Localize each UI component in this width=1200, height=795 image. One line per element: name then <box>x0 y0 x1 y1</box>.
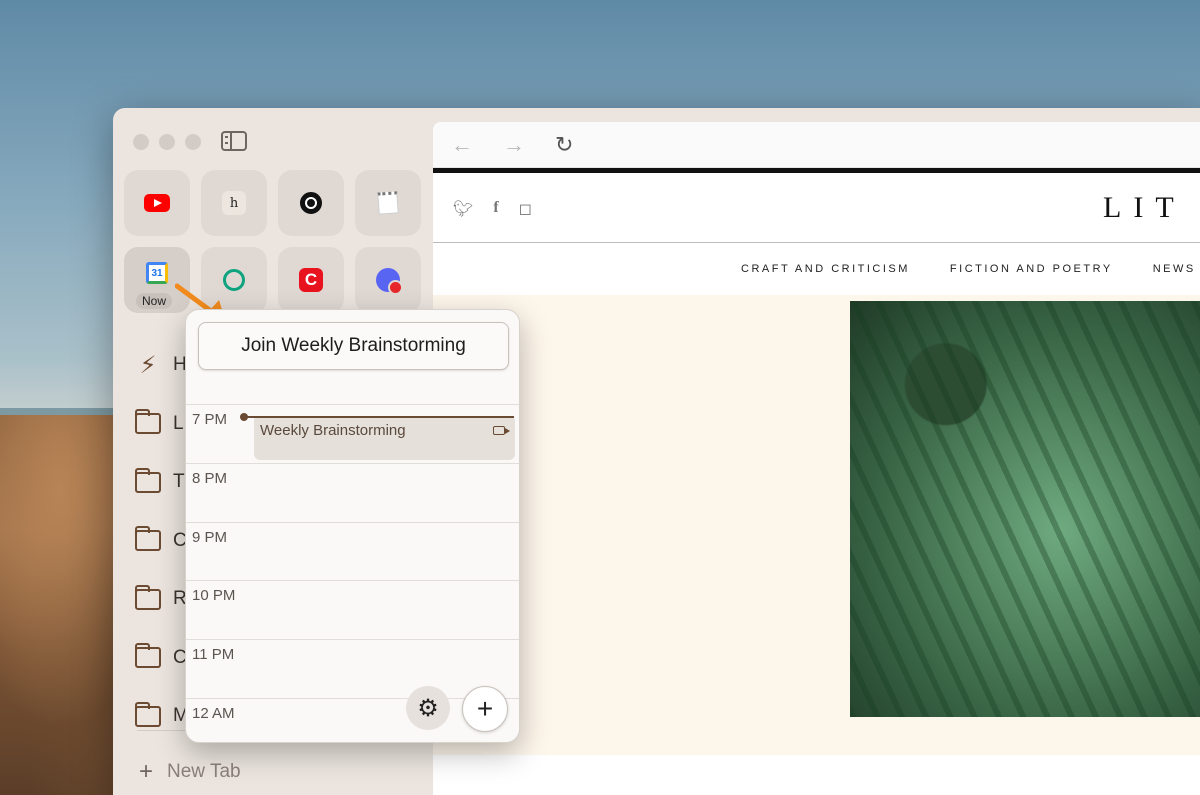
folder-icon <box>134 409 161 435</box>
minimize-window-button[interactable] <box>159 134 175 150</box>
site-header: 🐦︎ f ◻︎ LIT <box>433 173 1200 243</box>
folder-icon <box>134 467 161 493</box>
hero-image-money[interactable] <box>850 301 1200 717</box>
event-title: Weekly Brainstorming <box>260 422 406 439</box>
discord-icon <box>376 268 403 295</box>
favorite-circle-app[interactable] <box>278 170 344 236</box>
bolt-icon: ⚡ <box>139 351 157 379</box>
settings-gear-button[interactable]: ⚙ <box>406 686 450 730</box>
site-logo[interactable]: LIT <box>1103 191 1186 225</box>
hour-label: 11 PM <box>192 646 235 664</box>
close-window-button[interactable] <box>133 134 149 150</box>
social-links: 🐦︎ f ◻︎ <box>453 199 532 219</box>
favorite-c-app[interactable]: C <box>278 247 344 313</box>
nav-link[interactable]: NEWS <box>1153 263 1196 275</box>
hour-row[interactable]: 9 PM <box>186 521 519 581</box>
favorite-youtube[interactable] <box>124 170 190 236</box>
twitter-icon[interactable]: 🐦︎ <box>453 199 473 219</box>
notepad-icon <box>377 191 399 215</box>
add-event-button[interactable]: + <box>462 686 508 732</box>
forward-arrow-icon[interactable]: → <box>503 132 525 158</box>
instagram-icon[interactable]: ◻︎ <box>519 199 532 219</box>
calendar-popover: Join Weekly Brainstorming 7 PM 8 PM 9 PM… <box>185 309 520 743</box>
hour-label: 12 AM <box>192 705 235 722</box>
sidebar-folder[interactable]: T <box>134 453 189 512</box>
google-calendar-icon: 31 <box>146 262 168 284</box>
hero-section <box>433 295 1200 755</box>
window-controls <box>133 134 201 150</box>
plus-icon: + <box>139 758 154 785</box>
site-nav: CRAFT AND CRITICISM FICTION AND POETRY N… <box>433 243 1200 295</box>
sidebar-folder[interactable]: C <box>134 512 189 571</box>
hour-row[interactable]: 8 PM <box>186 462 519 522</box>
web-content: ← → ↻ 🐦︎ f ◻︎ LIT CRAFT AND CRITICISM FI… <box>433 122 1200 795</box>
folder-icon <box>134 643 161 669</box>
sidebar-item[interactable]: ⚡ H <box>135 336 189 395</box>
sidebar-list: ⚡ H L T C R C M <box>134 336 189 746</box>
favorite-hey[interactable]: h <box>201 170 267 236</box>
hour-label: 9 PM <box>192 528 228 546</box>
youtube-icon <box>144 194 170 212</box>
favorite-notes[interactable] <box>355 170 421 236</box>
back-arrow-icon[interactable]: ← <box>451 132 473 158</box>
hour-label: 8 PM <box>192 469 228 487</box>
folder-icon <box>134 584 161 610</box>
favorite-discord[interactable] <box>355 247 421 313</box>
website: 🐦︎ f ◻︎ LIT CRAFT AND CRITICISM FICTION … <box>433 168 1200 755</box>
sidebar-item-label: L <box>173 412 184 434</box>
nav-link[interactable]: CRAFT AND CRITICISM <box>741 263 910 275</box>
new-tab-label: New Tab <box>167 761 241 782</box>
hour-label: 10 PM <box>192 587 236 605</box>
join-meeting-button[interactable]: Join Weekly Brainstorming <box>198 322 509 370</box>
now-badge: Now <box>136 293 173 309</box>
sidebar-item-label: T <box>173 471 185 493</box>
zoom-window-button[interactable] <box>185 134 201 150</box>
sidebar-folder[interactable]: M <box>134 687 189 746</box>
circle-app-icon <box>300 192 322 214</box>
hour-row[interactable]: 11 PM <box>186 639 519 698</box>
reload-icon[interactable]: ↻ <box>555 132 573 158</box>
browser-toolbar: ← → ↻ <box>433 122 1200 168</box>
sidebar-folder[interactable]: R <box>134 570 189 629</box>
sidebar-folder[interactable]: L <box>134 395 189 454</box>
calendar-event[interactable]: Weekly Brainstorming <box>254 418 515 460</box>
plus-icon: + <box>476 693 494 724</box>
nav-link[interactable]: FICTION AND POETRY <box>950 263 1113 275</box>
sidebar-folder[interactable]: C <box>134 629 189 688</box>
favorites-grid: h 31 Now C <box>124 170 421 313</box>
c-app-icon: C <box>299 268 323 292</box>
sidebar-toggle-icon[interactable] <box>221 131 247 151</box>
hey-icon: h <box>222 191 246 215</box>
hour-label: 7 PM <box>192 411 228 428</box>
new-tab-button[interactable]: + New Tab <box>139 758 241 786</box>
gear-icon: ⚙ <box>417 694 439 722</box>
folder-icon <box>134 526 161 552</box>
video-camera-icon <box>493 426 510 435</box>
hour-row[interactable]: 10 PM <box>186 580 519 639</box>
folder-icon <box>134 701 161 727</box>
facebook-icon[interactable]: f <box>493 199 498 219</box>
